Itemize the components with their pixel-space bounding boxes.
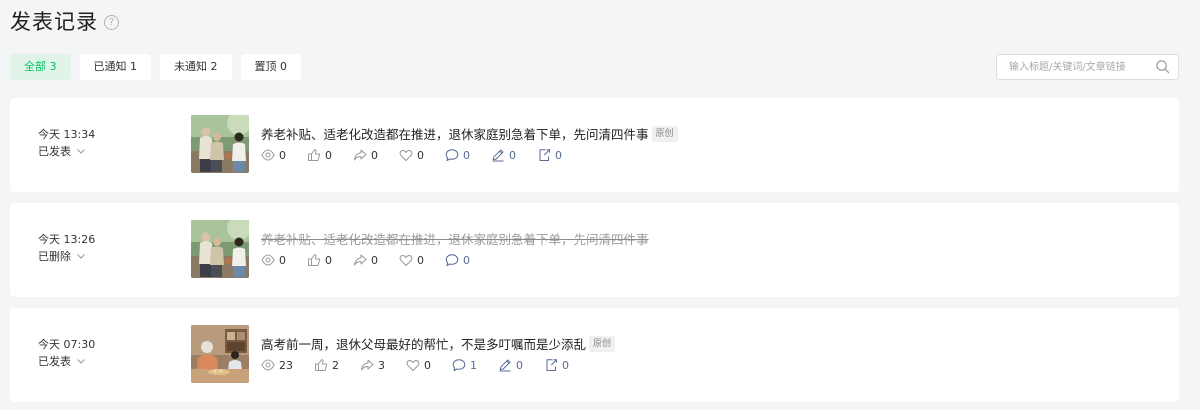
article-thumbnail[interactable] [191,115,249,173]
stat-value: 0 [424,358,431,372]
stat-value: 0 [509,148,516,162]
stat-value: 0 [279,148,286,162]
thumbs-up-icon [315,359,327,371]
filter-tabs: 全部 3 已通知 1 未通知 2 置顶 0 [10,54,310,80]
publish-time: 今天 13:26 [38,233,96,246]
status-label: 已发表 [38,355,71,368]
status-label: 已发表 [38,145,71,158]
note-count[interactable]: 0 [498,358,523,372]
favorite-count: 0 [399,148,424,162]
original-badge: 原创 [589,335,616,352]
status-dropdown[interactable]: 已发表 [38,353,86,369]
stat-value: 0 [417,148,424,162]
like-count: 0 [307,253,332,267]
like-count: 2 [314,358,339,372]
stats-row: 23 2 3 0 1 0 0 [261,358,590,372]
comment-icon [445,254,459,266]
stat-value: 3 [378,358,385,372]
article-title[interactable]: 高考前一周，退休父母最好的帮忙，不是多叮嘱而是少添乱 [261,334,586,353]
heart-icon [399,150,413,161]
read-count: 23 [261,358,293,372]
share-icon [354,254,367,266]
share-count: 3 [360,358,385,372]
article-title[interactable]: 养老补贴、适老化改造都在推进，退休家庭别急着下单，先问清四件事 [261,124,649,143]
comment-icon [452,359,466,371]
heart-icon [406,360,420,371]
comment-count[interactable]: 0 [445,253,470,267]
read-count: 0 [261,253,286,267]
tab-not-notified[interactable]: 未通知 2 [160,54,232,80]
read-count: 0 [261,148,286,162]
thumbs-up-icon [308,149,320,161]
note-count[interactable]: 0 [491,148,516,162]
status-dropdown[interactable]: 已删除 [38,248,86,264]
stat-value: 0 [562,358,569,372]
article-thumbnail[interactable] [191,220,249,278]
status-dropdown[interactable]: 已发表 [38,143,86,159]
record-card: 今天 13:34 已发表 养老补贴、适老化改造都在推进，退休家庭别急着下单，先问… [10,98,1179,192]
export-icon [546,359,557,371]
comment-icon [445,149,459,161]
help-icon[interactable]: ? [104,14,119,30]
stat-value: 0 [371,148,378,162]
stat-value: 0 [279,253,286,267]
stat-value: 0 [555,148,562,162]
stat-value: 0 [325,148,332,162]
record-card: 今天 13:26 已删除 养老补贴、适老化改造都在推进，退休家庭别急着下单，先问… [10,203,1179,297]
stat-value: 0 [463,148,470,162]
comment-count[interactable]: 0 [445,148,470,162]
thumbs-up-icon [308,254,320,266]
comment-count[interactable]: 1 [452,358,477,372]
stat-value: 0 [417,253,424,267]
stats-row: 0 0 0 0 0 [261,253,491,267]
publish-time: 今天 13:34 [38,128,96,141]
record-card: 今天 07:30 已发表 高考前一周，退休父母最好的帮忙，不是多叮嘱而是少添乱 … [10,308,1179,402]
article-title-row: 高考前一周，退休父母最好的帮忙，不是多叮嘱而是少添乱 原创 [261,334,616,353]
original-badge: 原创 [651,125,678,142]
stat-value: 0 [325,253,332,267]
heart-icon [399,255,413,266]
status-label: 已删除 [38,250,71,263]
search-input[interactable] [997,55,1147,79]
tab-all[interactable]: 全部 3 [10,54,71,80]
repost-count[interactable]: 0 [544,358,569,372]
like-count: 0 [307,148,332,162]
repost-count[interactable]: 0 [537,148,562,162]
share-icon [354,149,367,161]
tab-pinned[interactable]: 置顶 0 [240,54,301,80]
chevron-down-icon [77,359,85,364]
page-header: 发表记录 ? [10,6,119,36]
favorite-count: 0 [399,253,424,267]
article-title-row: 养老补贴、适老化改造都在推进，退休家庭别急着下单，先问清四件事 原创 [261,124,678,143]
stat-value: 0 [371,253,378,267]
search-icon[interactable] [1155,59,1170,74]
pen-icon [492,149,504,162]
eye-icon [261,149,275,161]
stat-value: 23 [279,358,293,372]
page-title: 发表记录 [10,10,98,34]
stats-row: 0 0 0 0 0 0 0 [261,148,583,162]
chevron-down-icon [77,149,85,154]
pen-icon [499,359,511,372]
chevron-down-icon [77,254,85,259]
article-title-row: 养老补贴、适老化改造都在推进，退休家庭别急着下单，先问清四件事 [261,229,649,248]
stat-value: 1 [470,358,477,372]
share-count: 0 [353,253,378,267]
eye-icon [261,359,275,371]
eye-icon [261,254,275,266]
stat-value: 2 [332,358,339,372]
publish-time: 今天 07:30 [38,338,96,351]
stat-value: 0 [463,253,470,267]
article-thumbnail[interactable] [191,325,249,383]
favorite-count: 0 [406,358,431,372]
export-icon [539,149,550,161]
article-title: 养老补贴、适老化改造都在推进，退休家庭别急着下单，先问清四件事 [261,232,649,247]
share-icon [361,359,374,371]
share-count: 0 [353,148,378,162]
tab-notified[interactable]: 已通知 1 [79,54,151,80]
stat-value: 0 [516,358,523,372]
search-box [996,54,1179,80]
